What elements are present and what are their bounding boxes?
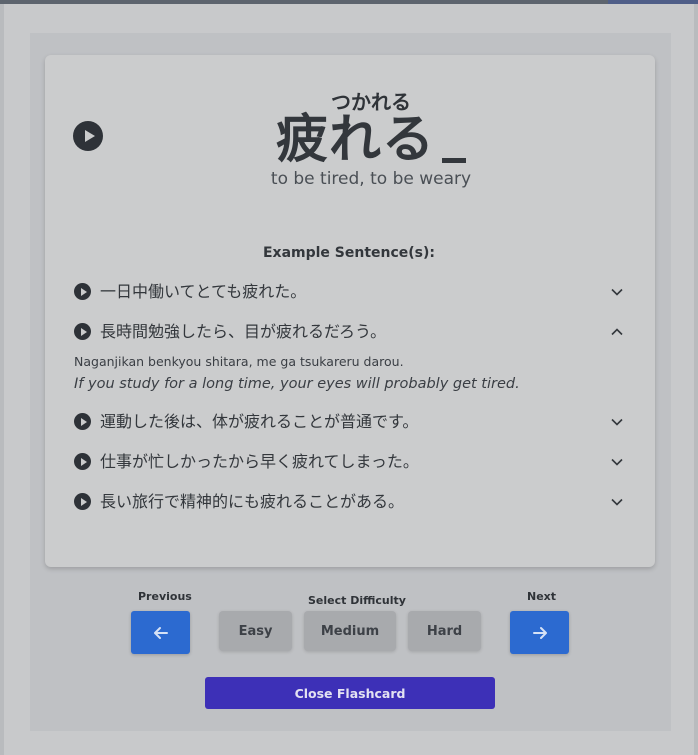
- example-audio-play-icon[interactable]: [74, 453, 91, 470]
- example-audio-play-icon[interactable]: [74, 413, 91, 430]
- arrow-right-icon: [532, 626, 547, 639]
- previous-button[interactable]: [131, 611, 190, 654]
- example-translation: If you study for a long time, your eyes …: [74, 376, 520, 392]
- arrow-left-icon: [153, 626, 168, 639]
- example-sentence: 一日中働いてとても疲れた。: [100, 282, 307, 301]
- examples-heading: Example Sentence(s):: [262, 245, 436, 261]
- hard-button[interactable]: Hard: [408, 611, 481, 651]
- chevron-down-icon[interactable]: [610, 415, 624, 429]
- difficulty-label: Select Difficulty: [308, 594, 406, 607]
- example-row[interactable]: 長い旅行で精神的にも疲れることがある。: [74, 491, 626, 513]
- example-sentence: 運動した後は、体が疲れることが普通です。: [100, 412, 419, 431]
- next-button[interactable]: [510, 611, 569, 654]
- example-row-expanded[interactable]: 長時間勉強したら、目が疲れるだろう。: [74, 321, 626, 343]
- example-audio-play-icon[interactable]: [74, 283, 91, 300]
- example-row[interactable]: 運動した後は、体が疲れることが普通です。: [74, 411, 626, 433]
- medium-button[interactable]: Medium: [304, 611, 396, 651]
- example-sentence: 長い旅行で精神的にも疲れることがある。: [100, 492, 405, 511]
- previous-label: Previous: [138, 590, 192, 603]
- word-kanji: 疲れる: [276, 110, 436, 170]
- example-audio-play-icon[interactable]: [74, 493, 91, 510]
- word-meaning: to be tired, to be weary: [270, 169, 472, 189]
- chevron-down-icon[interactable]: [610, 455, 624, 469]
- example-romaji: Naganjikan benkyou shitara, me ga tsukar…: [74, 354, 404, 369]
- example-audio-play-icon[interactable]: [74, 323, 91, 340]
- example-sentence: 長時間勉強したら、目が疲れるだろう。: [100, 322, 387, 341]
- word-audio-play-icon[interactable]: [73, 121, 103, 151]
- chevron-up-icon[interactable]: [610, 325, 624, 339]
- text-cursor: [442, 158, 466, 163]
- chevron-down-icon[interactable]: [610, 285, 624, 299]
- example-sentence: 仕事が忙しかったから早く疲れてしまった。: [100, 452, 419, 471]
- easy-button[interactable]: Easy: [219, 611, 292, 651]
- close-flashcard-button[interactable]: Close Flashcard: [205, 677, 495, 709]
- next-label: Next: [527, 590, 557, 603]
- example-row[interactable]: 一日中働いてとても疲れた。: [74, 281, 626, 303]
- chevron-down-icon[interactable]: [610, 495, 624, 509]
- example-row[interactable]: 仕事が忙しかったから早く疲れてしまった。: [74, 451, 626, 473]
